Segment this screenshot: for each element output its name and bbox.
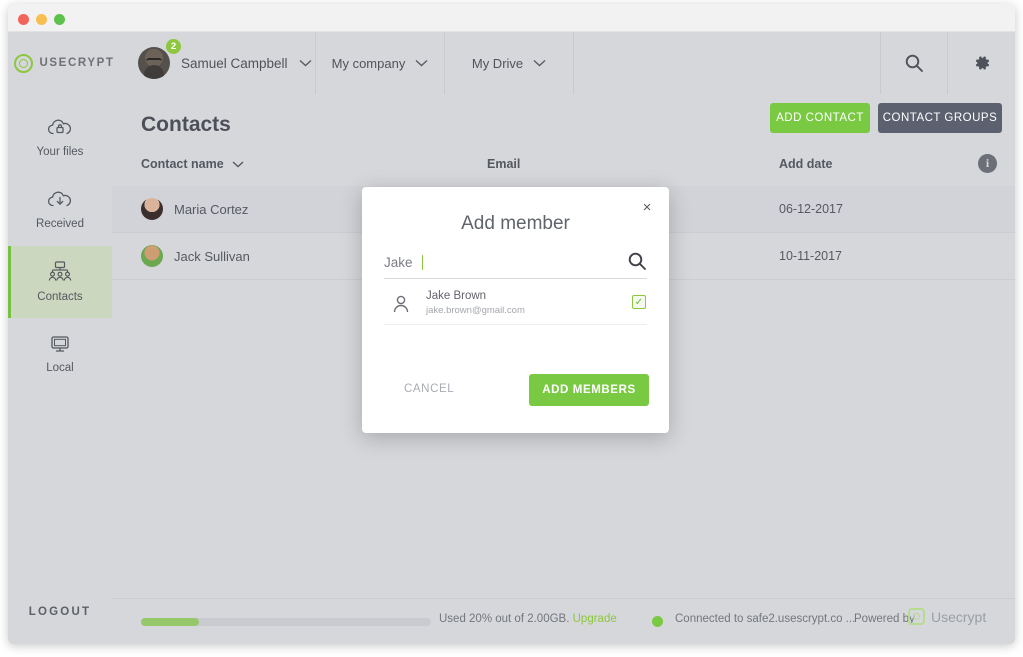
info-icon[interactable]: i <box>978 154 997 173</box>
result-name: Jake Brown <box>426 290 487 302</box>
company-label: My company <box>331 55 406 71</box>
column-header-add-date[interactable]: Add date <box>779 157 832 171</box>
logout-button[interactable]: LOGOUT <box>8 606 112 618</box>
text-cursor <box>421 255 424 270</box>
drive-label: My Drive <box>471 55 524 71</box>
sidebar-item-contacts[interactable]: Contacts <box>8 246 112 318</box>
contact-add-date: 06-12-2017 <box>779 202 843 216</box>
table-header: Contact name Email Add date i <box>112 151 1015 179</box>
member-search-input[interactable]: Jake <box>384 247 647 279</box>
storage-usage-label: Used 20% out of 2.00GB. <box>439 613 570 625</box>
app-root: USECRYPT 2 Samuel Campbell My company My… <box>0 0 1023 657</box>
search-icon[interactable] <box>627 251 647 271</box>
gear-icon <box>972 53 992 73</box>
column-header-email[interactable]: Email <box>487 157 520 171</box>
result-checkbox[interactable]: ✓ <box>632 295 646 309</box>
sort-chevron-down-icon <box>232 160 244 168</box>
sidebar-label-contacts: Contacts <box>37 291 83 303</box>
powered-brand-name: Usecrypt <box>931 608 987 625</box>
powered-by-logo: Usecrypt <box>908 608 986 625</box>
search-result-item[interactable]: Jake Brown jake.brown@gmail.com ✓ <box>384 287 647 325</box>
cancel-button[interactable]: CANCEL <box>404 383 454 395</box>
column-header-contact-name[interactable]: Contact name <box>141 157 244 171</box>
contact-name: Maria Cortez <box>174 201 249 217</box>
usecrypt-logo-icon <box>13 53 33 73</box>
connection-status-dot <box>652 616 663 627</box>
sidebar-label-received: Received <box>36 218 84 230</box>
sidebar-item-local[interactable]: Local <box>8 318 112 390</box>
connection-status-text: Connected to safe2.usescrypt.co ... <box>675 613 856 625</box>
top-header-bar: USECRYPT 2 Samuel Campbell My company My… <box>8 32 1015 94</box>
avatar <box>141 198 163 220</box>
window-titlebar <box>8 4 1015 32</box>
add-contact-button[interactable]: ADD CONTACT <box>770 103 870 133</box>
sidebar-label-your-files: Your files <box>36 146 84 158</box>
sidebar-label-local: Local <box>46 362 74 374</box>
people-group-icon <box>47 261 73 283</box>
storage-progress-fill <box>141 618 199 626</box>
status-footer: Used 20% out of 2.00GB. Upgrade Connecte… <box>112 598 1015 644</box>
company-selector[interactable]: My company <box>316 32 445 94</box>
application-window: USECRYPT 2 Samuel Campbell My company My… <box>8 4 1015 644</box>
sidebar-item-received[interactable]: Received <box>8 174 112 246</box>
chevron-down-icon <box>415 59 428 67</box>
header-spacer <box>574 32 881 94</box>
contact-name: Jack Sullivan <box>174 248 250 264</box>
contact-groups-button[interactable]: CONTACT GROUPS <box>878 103 1002 133</box>
drive-selector[interactable]: My Drive <box>445 32 574 94</box>
dialog-title: Add member <box>461 213 570 234</box>
storage-usage-text: Used 20% out of 2.00GB. Upgrade <box>439 613 617 625</box>
page-title: Contacts <box>141 113 231 136</box>
brand-logo[interactable]: USECRYPT <box>8 32 120 94</box>
cloud-download-icon <box>47 190 73 210</box>
sidebar-item-your-files[interactable]: Your files <box>8 102 112 174</box>
avatar <box>141 245 163 267</box>
cloud-lock-icon <box>47 118 73 138</box>
powered-by-label: Powered by <box>854 613 915 625</box>
add-member-dialog: × Add member Jake Jake Brown jake.brown@… <box>362 187 669 433</box>
window-controls <box>18 14 65 25</box>
avatar: 2 <box>138 38 182 79</box>
notification-badge: 2 <box>165 38 182 55</box>
maximize-window-button[interactable] <box>54 14 65 25</box>
result-email: jake.brown@gmail.com <box>426 305 525 316</box>
upgrade-link[interactable]: Upgrade <box>573 613 617 625</box>
search-icon <box>904 53 924 73</box>
close-window-button[interactable] <box>18 14 29 25</box>
minimize-window-button[interactable] <box>36 14 47 25</box>
search-button[interactable] <box>881 32 948 94</box>
column-label-contact-name: Contact name <box>141 157 224 171</box>
brand-name: USECRYPT <box>39 57 115 69</box>
chevron-down-icon <box>299 59 312 67</box>
user-name-label: Samuel Campbell <box>181 55 288 71</box>
user-menu[interactable]: 2 Samuel Campbell <box>120 32 316 94</box>
chevron-down-icon <box>533 59 546 67</box>
usecrypt-logo-icon <box>908 608 925 625</box>
storage-progress-bar <box>141 618 431 626</box>
left-sidebar: Your files Received Contacts Local LOGOU… <box>8 94 112 644</box>
search-input-value: Jake <box>384 255 413 270</box>
monitor-icon <box>47 334 73 354</box>
add-members-button[interactable]: ADD MEMBERS <box>529 374 649 406</box>
settings-button[interactable] <box>948 32 1015 94</box>
person-icon <box>392 294 410 314</box>
contact-add-date: 10-11-2017 <box>779 249 843 263</box>
